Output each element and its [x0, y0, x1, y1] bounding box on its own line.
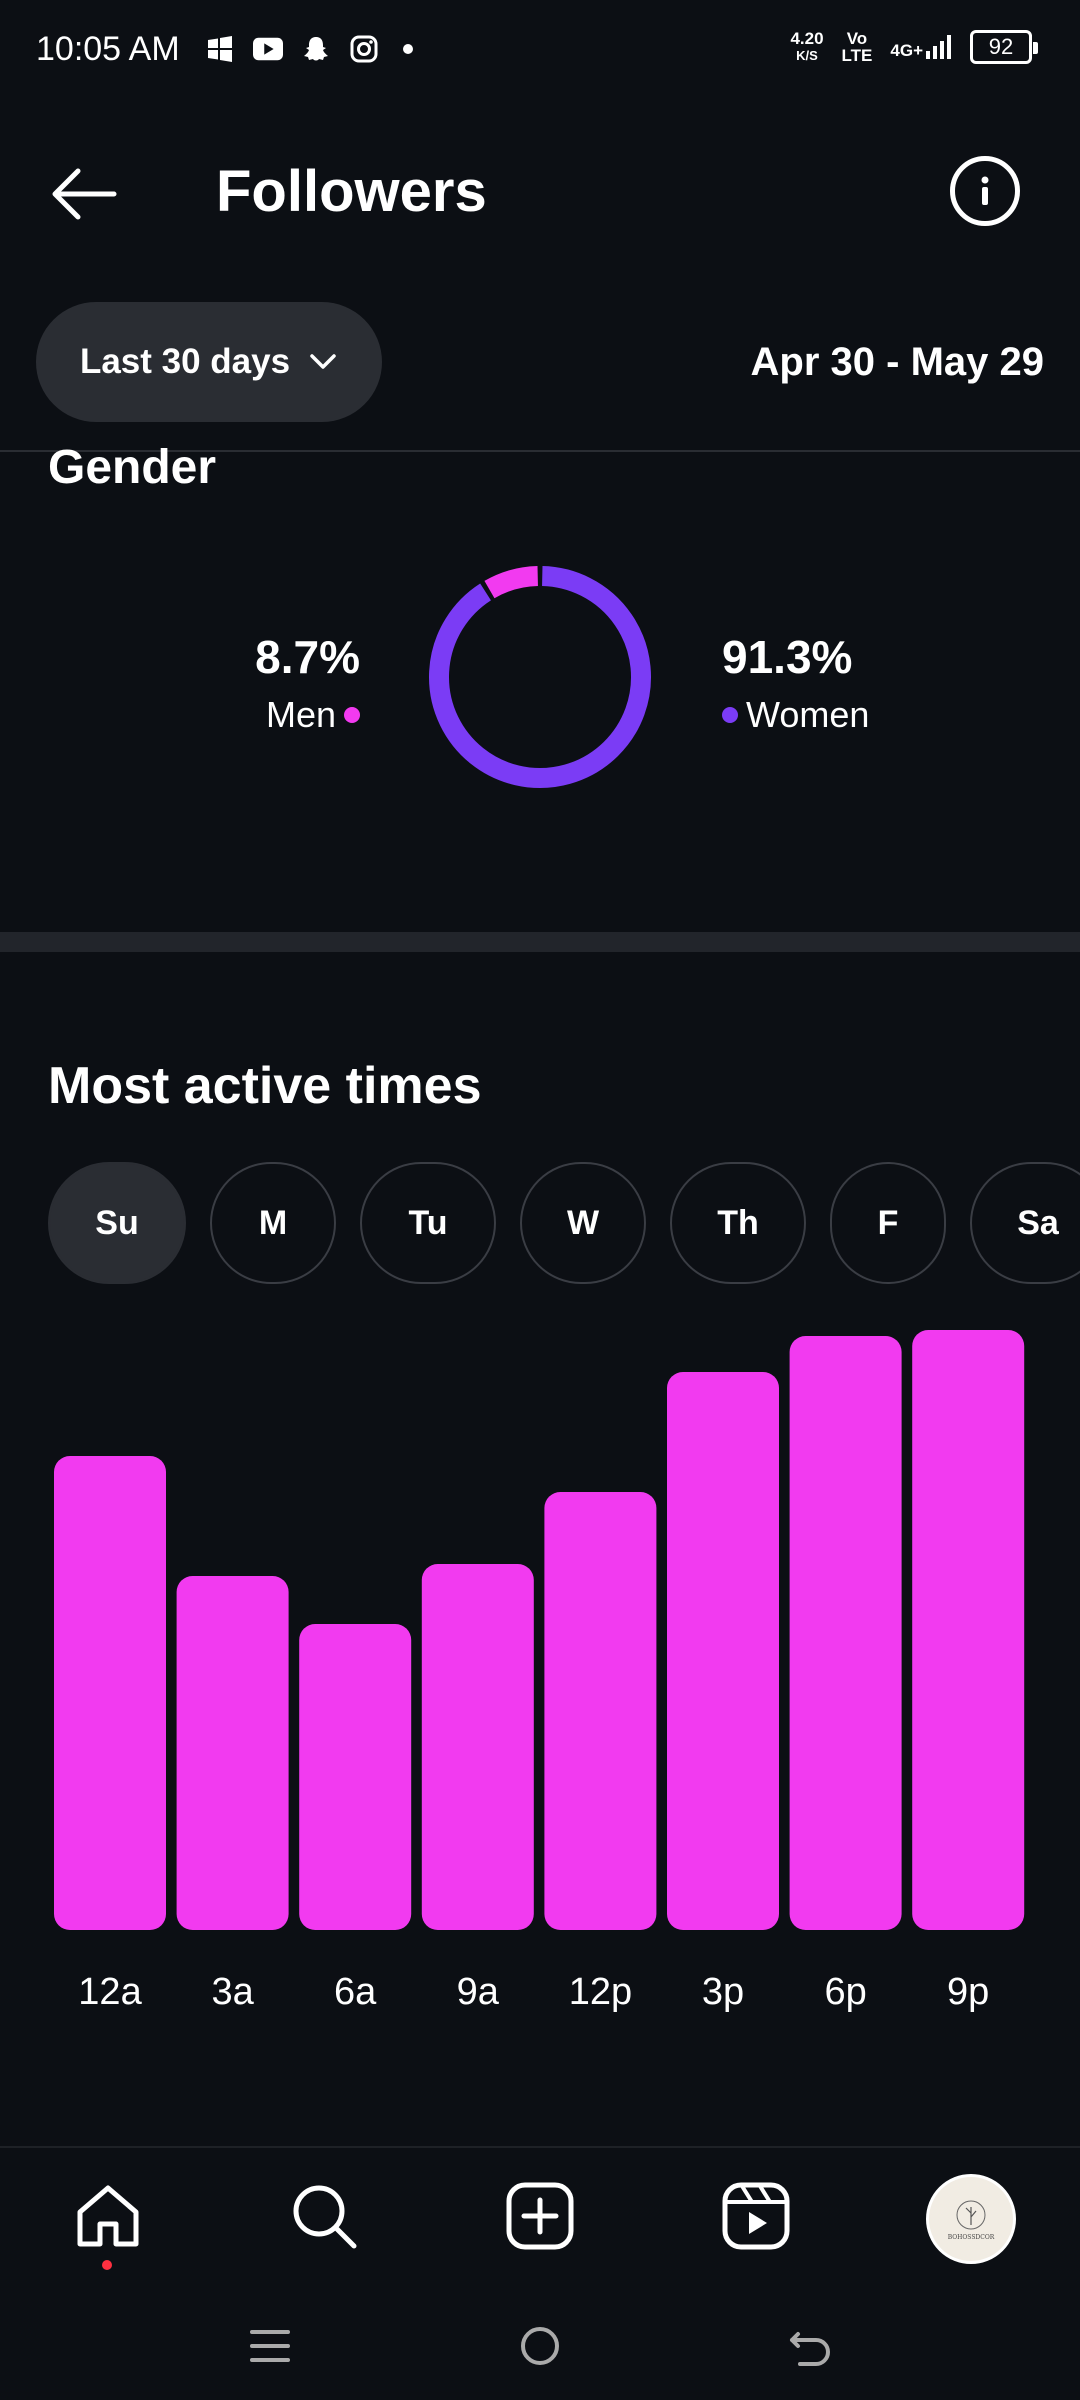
men-legend: Men: [230, 694, 360, 736]
women-legend-dot: [722, 707, 738, 723]
home-system-button[interactable]: [510, 2316, 570, 2376]
battery-level: 92: [988, 34, 1014, 59]
day-tab-sunday[interactable]: Su: [48, 1162, 186, 1284]
search-icon: [293, 2185, 357, 2249]
data-speed-value: 4.20: [790, 29, 824, 48]
women-legend: Women: [722, 694, 869, 736]
create-icon: [506, 2182, 574, 2250]
day-tab-thursday[interactable]: Th: [670, 1162, 806, 1284]
active-times-bar-chart: 12a 3a 6a 9a 12p 3p 6p 9p: [54, 1330, 1025, 2013]
bar-6p: [789, 1336, 902, 1930]
chevron-down-icon: [310, 354, 336, 369]
day-tab-saturday[interactable]: Sa: [970, 1162, 1080, 1284]
page-title: Followers: [216, 159, 487, 224]
back-system-button[interactable]: [780, 2316, 840, 2376]
date-range-label: Last 30 days: [79, 342, 291, 381]
circle-icon: [521, 2327, 559, 2365]
gender-donut-chart: [429, 566, 651, 788]
men-slice: [484, 566, 539, 599]
x-tick-label: 6p: [824, 1971, 866, 2013]
day-tab-monday[interactable]: M: [210, 1162, 336, 1284]
nav-create[interactable]: [502, 2178, 578, 2254]
back-arrow-icon: [790, 2332, 830, 2366]
system-status: 4.20 K/S Vo LTE 4G+ 92: [790, 30, 1038, 64]
day-label: W: [566, 1203, 600, 1242]
day-selector: Su M Tu W Th F Sa: [48, 1162, 1080, 1284]
x-tick-label: 12a: [78, 1971, 142, 2013]
day-tab-wednesday[interactable]: W: [520, 1162, 646, 1284]
home-notification-dot: [102, 2260, 112, 2270]
battery-icon: 92: [970, 30, 1038, 64]
menu-icon: [250, 2330, 290, 2362]
notification-icons: [205, 34, 413, 64]
status-bar: 10:05 AM 4.20 K/S Vo LTE 4G+ 92: [0, 0, 1080, 110]
women-stat: 91.3% Women: [722, 630, 869, 736]
snapchat-icon: [301, 34, 331, 64]
x-tick-label: 3p: [702, 1971, 744, 2013]
bar-9a: [421, 1564, 534, 1930]
men-label: Men: [265, 694, 336, 735]
signal-indicator: 4G+: [890, 35, 952, 59]
info-icon: [981, 176, 989, 205]
home-icon: [77, 2185, 139, 2247]
windows-icon: [205, 34, 235, 64]
back-button[interactable]: [48, 158, 120, 230]
day-tab-tuesday[interactable]: Tu: [360, 1162, 496, 1284]
status-time: 10:05 AM: [36, 30, 180, 68]
women-label: Women: [746, 694, 870, 735]
day-label: Th: [717, 1203, 759, 1242]
men-stat: 8.7% Men: [230, 630, 360, 736]
women-slice: [429, 566, 651, 788]
signal-icon: [926, 35, 951, 59]
donut-slices: [429, 566, 651, 788]
network-type: 4G+: [890, 41, 923, 60]
gender-title: Gender: [48, 441, 217, 494]
info-button[interactable]: [950, 156, 1020, 226]
volte-bottom: LTE: [841, 46, 873, 65]
nav-reels[interactable]: [718, 2178, 794, 2254]
day-tab-friday[interactable]: F: [830, 1162, 946, 1284]
bar-9p: [912, 1330, 1025, 1930]
date-range-dropdown[interactable]: Last 30 days: [36, 302, 382, 422]
day-label: Su: [95, 1203, 139, 1242]
bar-3a: [176, 1576, 289, 1930]
data-speed-unit: K/S: [796, 48, 818, 63]
men-legend-dot: [344, 707, 360, 723]
x-tick-label: 9p: [947, 1971, 989, 2013]
youtube-icon: [253, 34, 283, 64]
volte-top: Vo: [846, 29, 868, 48]
date-range-text: Apr 30 - May 29: [750, 340, 1044, 384]
x-tick-label: 9a: [457, 1971, 500, 2013]
page-header: Followers: [0, 130, 1080, 260]
bar-6a: [299, 1624, 412, 1930]
bar-12a: [54, 1456, 166, 1930]
data-speed: 4.20 K/S: [790, 30, 823, 64]
instagram-icon: [349, 34, 379, 64]
avatar-logo-icon: BOHOSSDCOR: [948, 2200, 995, 2241]
recents-button[interactable]: [240, 2316, 300, 2376]
women-percent: 91.3%: [722, 631, 853, 683]
nav-search[interactable]: [286, 2178, 362, 2254]
arrow-left-icon: [52, 168, 117, 220]
system-nav-bar: [0, 2296, 1080, 2400]
bar-3p: [667, 1372, 779, 1930]
day-label: Tu: [408, 1203, 448, 1242]
men-percent: 8.7%: [255, 631, 360, 683]
nav-profile-avatar[interactable]: BOHOSSDCOR: [926, 2174, 1016, 2264]
bar-12p: [544, 1492, 657, 1930]
x-tick-label: 12p: [569, 1971, 632, 2013]
more-notifications-dot: [403, 44, 413, 54]
most-active-title: Most active times: [48, 1057, 482, 1115]
x-tick-label: 6a: [334, 1971, 377, 2013]
nav-home[interactable]: [70, 2178, 146, 2254]
reels-icon: [722, 2182, 790, 2250]
day-label: Sa: [1017, 1203, 1059, 1242]
avatar-text: BOHOSSDCOR: [948, 2234, 995, 2241]
day-label: M: [258, 1203, 288, 1242]
volte-indicator: Vo LTE: [842, 30, 873, 64]
bottom-nav: BOHOSSDCOR: [0, 2146, 1080, 2296]
x-tick-label: 3a: [211, 1971, 254, 2013]
section-separator: [0, 932, 1080, 952]
day-label: F: [877, 1203, 899, 1242]
